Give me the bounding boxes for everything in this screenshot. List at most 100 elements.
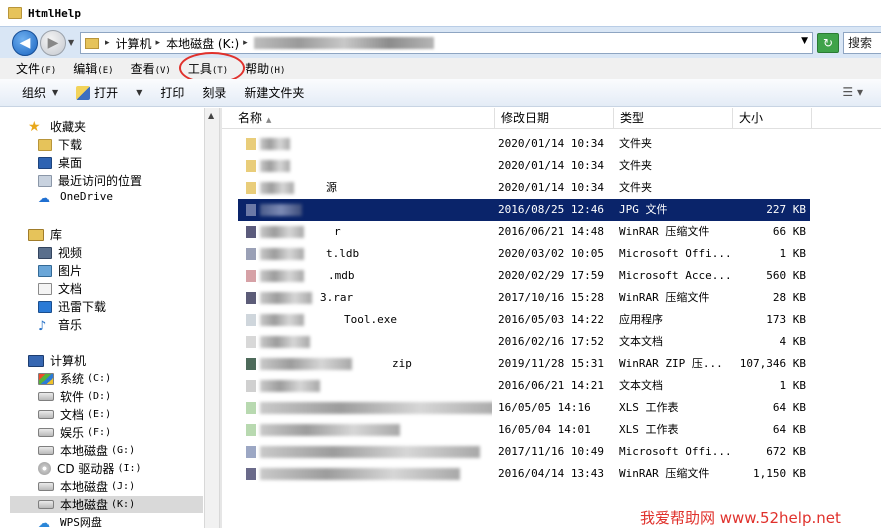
open-button[interactable]: 打开 ▼: [76, 84, 142, 101]
cloud-icon: ☁: [38, 190, 50, 205]
column-type[interactable]: 类型: [614, 108, 733, 129]
file-name-cell[interactable]: 源: [242, 177, 492, 199]
table-row[interactable]: 2017/11/16 10:49 Microsoft Offi... 672 KB: [238, 441, 810, 463]
back-button[interactable]: ◀: [12, 30, 38, 56]
table-row[interactable]: 16/05/04 14:01 XLS 工作表 64 KB: [238, 419, 810, 441]
file-name-cell[interactable]: Tool.exe: [242, 309, 492, 331]
nav-item-desktop[interactable]: 桌面: [38, 154, 82, 171]
file-name-cell[interactable]: zip: [242, 353, 492, 375]
nav-item-music[interactable]: ♪ 音乐: [38, 316, 82, 334]
table-row[interactable]: 3.rar 2017/10/16 15:28 WinRAR 压缩文件 28 KB: [238, 287, 810, 309]
file-name-cell[interactable]: 3.rar: [242, 287, 492, 309]
blurred-file-name: [260, 314, 304, 326]
address-bar[interactable]: ▸ 计算机 ▸ 本地磁盘 (K:) ▸ ▼: [80, 32, 813, 54]
organize-button[interactable]: 组织 ▼: [22, 84, 58, 101]
table-row[interactable]: 16/05/05 14:16 XLS 工作表 64 KB: [238, 397, 810, 419]
menu-bar: 文件(F) 编辑(E) 查看(V) 工具(T) 帮助(H): [0, 58, 881, 79]
table-row[interactable]: 2020/01/14 10:34 文件夹: [238, 133, 810, 155]
file-name-cell[interactable]: [242, 419, 492, 441]
nav-favorites[interactable]: ★ 收藏夹: [28, 118, 86, 135]
file-name-cell[interactable]: [242, 331, 492, 353]
file-name-cell[interactable]: [242, 463, 492, 485]
drive-icon: [38, 482, 54, 491]
nav-drive-i[interactable]: CD 驱动器 (I:): [38, 460, 142, 477]
file-name-cell[interactable]: [242, 199, 492, 221]
nav-item-xunlei[interactable]: 迅雷下载: [38, 298, 106, 315]
file-name-cell[interactable]: [242, 133, 492, 155]
column-modified[interactable]: 修改日期: [495, 108, 614, 129]
table-row[interactable]: r 2016/06/21 14:48 WinRAR 压缩文件 66 KB: [238, 221, 810, 243]
file-name-cell[interactable]: [242, 397, 492, 419]
breadcrumb-drive-k[interactable]: 本地磁盘 (K:): [166, 35, 239, 52]
file-type-cell: 文本文档: [619, 335, 663, 348]
nav-item-onedrive[interactable]: ☁ OneDrive: [38, 190, 113, 205]
table-row[interactable]: 源 2020/01/14 10:34 文件夹: [238, 177, 810, 199]
file-type-cell: 文件夹: [619, 181, 652, 194]
file-size-cell: 1 KB: [779, 379, 807, 392]
nav-item-videos[interactable]: 视频: [38, 244, 82, 261]
recent-pages-dropdown[interactable]: ▼: [68, 38, 74, 47]
nav-drive-d[interactable]: 软件 (D:): [38, 388, 111, 405]
table-row[interactable]: t.ldb 2020/03/02 10:05 Microsoft Offi... 1 …: [238, 243, 810, 265]
nav-drive-c[interactable]: 系统 (C:): [38, 370, 111, 387]
table-row[interactable]: 2016/06/21 14:21 文本文档 1 KB: [238, 375, 810, 397]
nav-drive-j[interactable]: 本地磁盘 (J:): [38, 478, 135, 495]
file-name-cell[interactable]: [242, 441, 492, 463]
drive-icon: [38, 500, 54, 509]
breadcrumb-computer[interactable]: 计算机: [116, 35, 152, 52]
file-modified-cell: 16/05/05 14:16: [498, 401, 591, 414]
nav-drive-e[interactable]: 文档 (E:): [38, 406, 111, 423]
nav-item-wps[interactable]: ☁ WPS网盘: [38, 514, 102, 528]
table-row[interactable]: 2016/04/14 13:43 WinRAR 压缩文件 1,150 KB: [238, 463, 810, 485]
nav-item-documents[interactable]: 文档: [38, 280, 82, 297]
forward-button[interactable]: ▶: [40, 30, 66, 56]
file-name-cell[interactable]: .mdb: [242, 265, 492, 287]
print-button[interactable]: 打印: [160, 84, 184, 101]
nav-item-downloads[interactable]: 下载: [38, 136, 82, 153]
nav-libraries[interactable]: 库: [28, 226, 62, 243]
file-size-cell: 107,346 KB: [739, 357, 806, 370]
table-row[interactable]: 2020/01/14 10:34 文件夹: [238, 155, 810, 177]
table-row[interactable]: Tool.exe 2016/05/03 14:22 应用程序 173 KB: [238, 309, 810, 331]
nav-item-recent[interactable]: 最近访问的位置: [38, 172, 142, 189]
open-icon: [76, 85, 91, 100]
burn-button[interactable]: 刻录: [202, 84, 226, 101]
refresh-button[interactable]: ↻: [817, 33, 839, 53]
nav-drive-g[interactable]: 本地磁盘 (G:): [38, 442, 135, 459]
file-name-cell[interactable]: t.ldb: [242, 243, 492, 265]
nav-drive-k[interactable]: 本地磁盘 (K:): [10, 496, 203, 513]
table-row[interactable]: zip 2019/11/28 15:31 WinRAR ZIP 压... 107,34…: [238, 353, 810, 375]
file-name-text: .mdb: [328, 269, 355, 282]
file-size-cell: 66 KB: [772, 225, 806, 238]
column-headers: 名称 ▲ 修改日期 类型 大小: [222, 108, 881, 129]
address-dropdown-icon[interactable]: ▼: [801, 36, 808, 46]
file-name-cell[interactable]: [242, 375, 492, 397]
search-input[interactable]: 搜索: [843, 32, 881, 54]
column-size[interactable]: 大小: [733, 108, 812, 129]
view-options-icon[interactable]: ☰ ▾: [842, 85, 863, 99]
scroll-up-icon[interactable]: ▲: [208, 111, 214, 120]
file-name-cell[interactable]: [242, 155, 492, 177]
chevron-right-icon[interactable]: ▸: [243, 38, 248, 48]
chevron-right-icon[interactable]: ▸: [105, 38, 110, 48]
nav-item-pictures[interactable]: 图片: [38, 262, 82, 279]
nav-computer[interactable]: 计算机: [28, 352, 86, 369]
file-size-cell: 4 KB: [779, 335, 807, 348]
menu-view[interactable]: 查看(V): [131, 60, 171, 77]
chevron-right-icon[interactable]: ▸: [156, 38, 161, 48]
table-row[interactable]: .mdb 2020/02/29 17:59 Microsoft Acce... 560…: [238, 265, 810, 287]
menu-file[interactable]: 文件(F): [16, 60, 56, 77]
table-row[interactable]: 2016/02/16 17:52 文本文档 4 KB: [238, 331, 810, 353]
nav-drive-f[interactable]: 娱乐 (F:): [38, 424, 111, 441]
new-folder-button[interactable]: 新建文件夹: [244, 84, 304, 101]
column-name[interactable]: 名称 ▲: [232, 108, 495, 129]
file-type-cell: Microsoft Offi...: [619, 445, 732, 458]
menu-help[interactable]: 帮助(H): [245, 60, 285, 77]
file-name-cell[interactable]: r: [242, 221, 492, 243]
table-row[interactable]: 2016/08/25 12:46 JPG 文件 227 KB: [238, 199, 810, 221]
nav-scrollbar[interactable]: ▲: [204, 108, 220, 528]
file-type-cell: XLS 工作表: [619, 423, 679, 436]
menu-edit[interactable]: 编辑(E): [73, 60, 113, 77]
file-type-icon: [246, 336, 256, 348]
file-name-text: zip: [392, 357, 412, 370]
